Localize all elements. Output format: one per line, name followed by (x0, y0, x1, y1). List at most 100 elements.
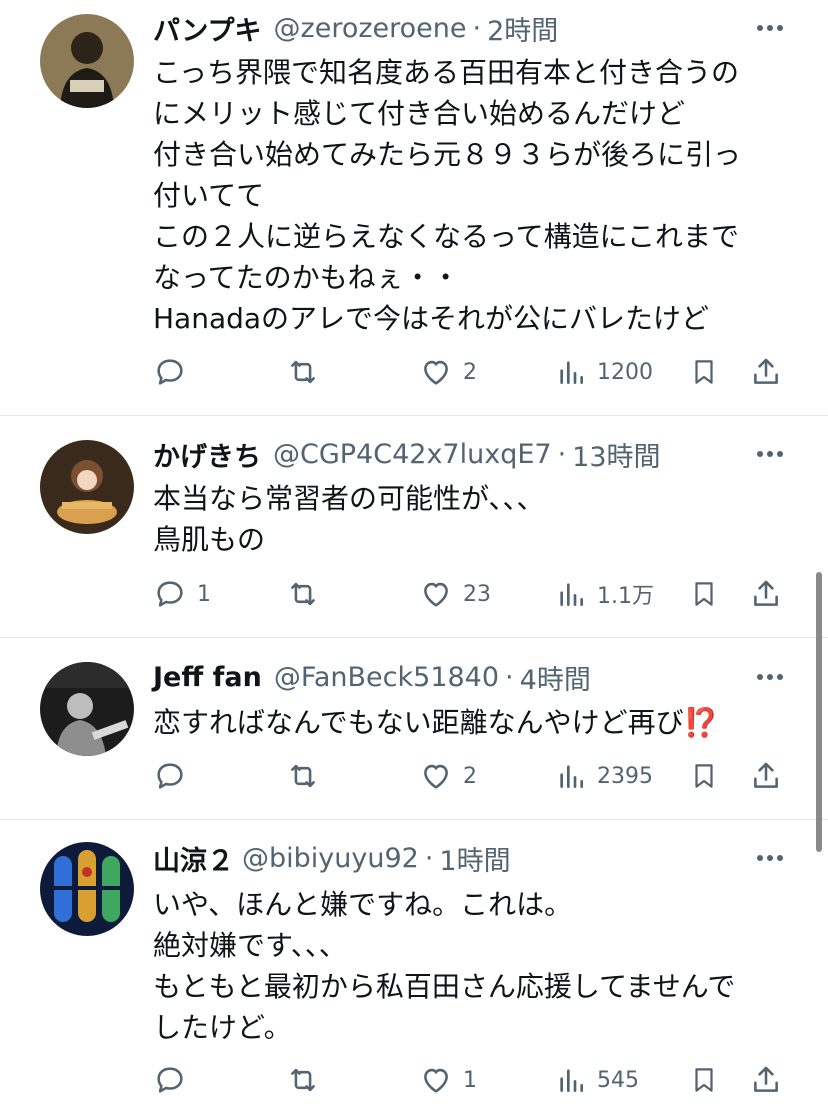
reply-item[interactable]: パンプキ @zerozeroene · 2時間 こっち界隈で知名度ある百田有本と… (0, 0, 828, 416)
user-handle[interactable]: @CGP4C42x7luxqE7 (273, 439, 552, 470)
views-count: 545 (597, 1067, 639, 1093)
text-line: こっち界隈で知名度ある百田有本と付き合うの (153, 56, 740, 89)
views-button[interactable]: 1.1万 (555, 574, 654, 614)
like-icon (424, 582, 448, 607)
more-options-button[interactable] (752, 444, 788, 464)
action-bar: 2 2395 (153, 756, 793, 796)
share-button[interactable] (749, 352, 783, 392)
retweet-icon (291, 764, 315, 788)
like-button[interactable]: 2 (419, 756, 477, 796)
action-bar: 1 23 1.1万 (153, 574, 793, 614)
like-icon (424, 360, 448, 385)
text-line: 鳥肌もの (153, 523, 266, 556)
more-options-button[interactable] (752, 667, 788, 687)
like-count: 2 (463, 763, 477, 789)
text-line: にメリット感じて付き合い始めるんだけど (153, 97, 686, 130)
text-line: したけど。 (153, 1011, 292, 1044)
reply-text: 本当なら常習者の可能性が、、、 鳥肌もの (153, 478, 793, 560)
reply-icon (157, 763, 183, 789)
timestamp[interactable]: 1時間 (439, 839, 510, 878)
retweet-button[interactable] (285, 756, 331, 796)
reply-count: 1 (197, 581, 211, 607)
retweet-icon (291, 360, 315, 384)
reply-button[interactable] (153, 1060, 197, 1100)
reply-button[interactable]: 1 (153, 574, 211, 614)
separator-dot: · (557, 438, 567, 470)
display-name[interactable]: 山涼２ (153, 839, 234, 878)
separator-dot: · (472, 12, 482, 44)
like-button[interactable]: 2 (419, 352, 477, 392)
text-line: Hanadaのアレで今はそれが公にバレたけど (153, 302, 710, 335)
text-line: もともと最初から私百田さん応援してませんで (153, 970, 736, 1003)
views-icon (560, 361, 583, 384)
bookmark-button[interactable] (689, 1060, 719, 1100)
user-handle[interactable]: @FanBeck51840 (274, 662, 499, 693)
views-button[interactable]: 2395 (555, 756, 653, 796)
timestamp[interactable]: 4時間 (520, 658, 591, 697)
bookmark-icon (695, 582, 713, 606)
text-line: 本当なら常習者の可能性が、、、 (153, 482, 545, 515)
views-button[interactable]: 545 (555, 1060, 639, 1100)
more-icon (757, 674, 783, 680)
like-count: 23 (463, 581, 491, 607)
views-icon (560, 583, 583, 606)
more-icon (757, 451, 783, 457)
retweet-icon (291, 582, 315, 606)
retweet-button[interactable] (285, 352, 331, 392)
display-name[interactable]: かげきち (153, 435, 261, 474)
text-line: 絶対嫌です、、、 (153, 929, 347, 962)
share-icon (754, 580, 778, 606)
like-button[interactable]: 23 (419, 574, 491, 614)
reply-text: いや、ほんと嫌ですね。これは。 絶対嫌です、、、 もともと最初から私百田さん応援… (153, 884, 793, 1048)
like-icon (424, 1068, 448, 1093)
timestamp[interactable]: 2時間 (487, 9, 558, 48)
views-button[interactable]: 1200 (555, 352, 653, 392)
retweet-button[interactable] (285, 574, 331, 614)
reply-item[interactable]: かげきち @CGP4C42x7luxqE7 · 13時間 本当なら常習者の可能性… (0, 416, 828, 638)
reply-text: 恋すればなんでもない距離なんやけど再び⁉️ (153, 702, 793, 743)
share-button[interactable] (749, 1060, 783, 1100)
display-name[interactable]: パンプキ (153, 9, 262, 48)
timestamp[interactable]: 13時間 (572, 435, 660, 474)
scrollbar[interactable] (816, 572, 822, 852)
views-count: 1200 (597, 359, 653, 385)
display-name[interactable]: Jeff fan (153, 662, 262, 693)
reply-icon (157, 359, 183, 385)
more-options-button[interactable] (752, 848, 788, 868)
bookmark-icon (695, 1068, 713, 1092)
reply-header: パンプキ @zerozeroene · 2時間 (153, 8, 558, 48)
reply-button[interactable] (153, 756, 197, 796)
reply-item[interactable]: 山涼２ @bibiyuyu92 · 1時間 いや、ほんと嫌ですね。これは。 絶対… (0, 820, 828, 1117)
separator-dot: · (424, 842, 434, 874)
reply-header: かげきち @CGP4C42x7luxqE7 · 13時間 (153, 434, 661, 474)
reply-header: Jeff fan @FanBeck51840 · 4時間 (153, 657, 591, 697)
more-options-button[interactable] (752, 18, 788, 38)
avatar[interactable] (40, 842, 134, 936)
text-line: この２人に逆らえなくなるって構造にこれまで (153, 220, 740, 253)
views-icon (560, 765, 583, 788)
user-handle[interactable]: @zerozeroene (274, 13, 467, 44)
action-bar: 1 545 (153, 1060, 793, 1100)
bookmark-button[interactable] (689, 352, 719, 392)
reply-item[interactable]: Jeff fan @FanBeck51840 · 4時間 恋すればなんでもない距… (0, 638, 828, 820)
user-handle[interactable]: @bibiyuyu92 (242, 843, 419, 874)
avatar[interactable] (40, 440, 134, 534)
avatar[interactable] (40, 662, 134, 756)
reply-button[interactable] (153, 352, 197, 392)
like-count: 2 (463, 359, 477, 385)
bookmark-button[interactable] (689, 756, 719, 796)
views-count: 1.1万 (597, 584, 654, 609)
retweet-button[interactable] (285, 1060, 331, 1100)
avatar[interactable] (40, 14, 134, 108)
like-count: 1 (463, 1067, 477, 1093)
bookmark-button[interactable] (689, 574, 719, 614)
text-line: 付き合い始めてみたら元８９３らが後ろに引っ (153, 138, 742, 171)
share-icon (754, 358, 778, 384)
bookmark-icon (695, 360, 713, 384)
like-button[interactable]: 1 (419, 1060, 477, 1100)
share-button[interactable] (749, 756, 783, 796)
reply-icon (157, 581, 183, 607)
share-button[interactable] (749, 574, 783, 614)
share-icon (754, 1066, 778, 1092)
reply-text: こっち界隈で知名度ある百田有本と付き合うの にメリット感じて付き合い始めるんだけ… (153, 52, 793, 339)
